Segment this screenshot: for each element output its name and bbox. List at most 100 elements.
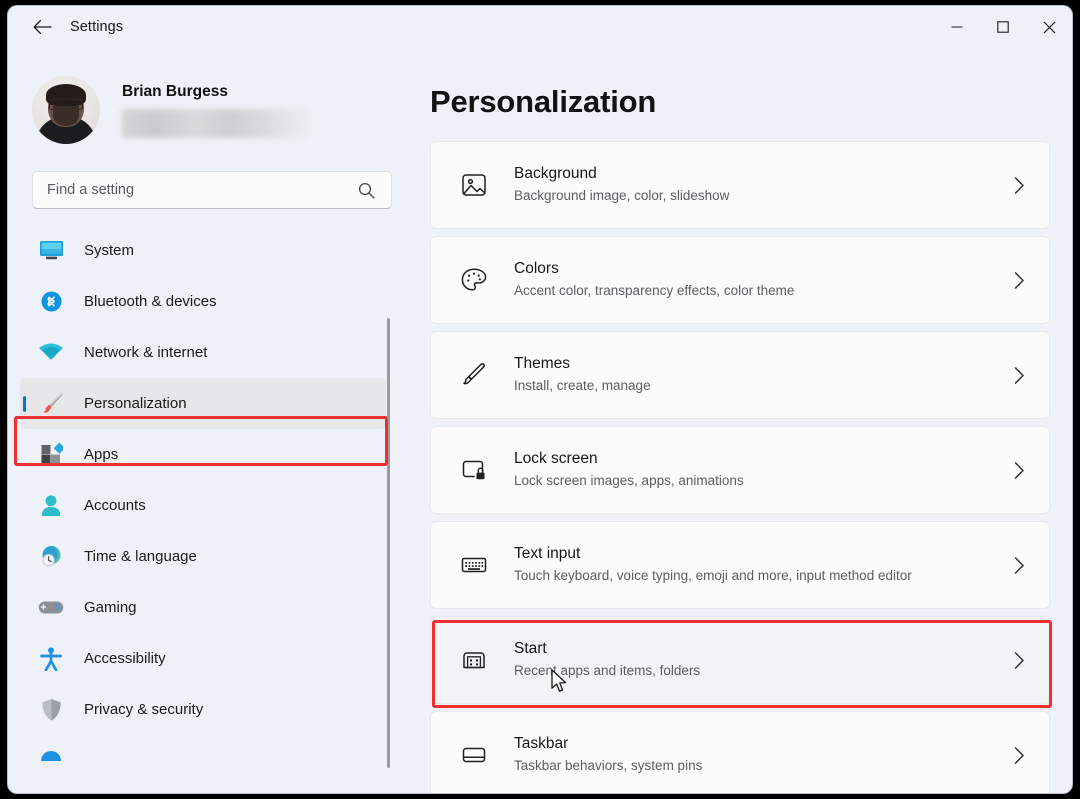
gamepad-icon	[36, 595, 66, 621]
apps-icon	[36, 442, 66, 468]
chevron-right-icon	[1014, 652, 1025, 669]
page-title: Personalization	[430, 84, 1072, 120]
monitor-icon	[36, 238, 66, 264]
sidebar: Brian Burgess	[8, 48, 408, 793]
minimize-icon	[951, 21, 963, 33]
lock-screen-icon	[457, 453, 491, 487]
card-themes[interactable]: Themes Install, create, manage	[430, 331, 1050, 419]
card-subtitle: Lock screen images, apps, animations	[514, 472, 1014, 490]
card-colors[interactable]: Colors Accent color, transparency effect…	[430, 236, 1050, 324]
sidebar-item-accounts[interactable]: Accounts	[20, 480, 386, 531]
sidebar-item-bluetooth-devices[interactable]: Bluetooth & devices	[20, 276, 386, 327]
account-name: Brian Burgess	[122, 83, 310, 101]
card-title: Start	[514, 640, 547, 657]
window-title: Settings	[70, 19, 123, 35]
card-title: Colors	[514, 260, 559, 277]
sidebar-item-label: Gaming	[84, 599, 137, 616]
card-text: Background Background image, color, slid…	[514, 164, 1014, 205]
back-button[interactable]	[22, 11, 62, 43]
paintbrush-icon	[457, 358, 491, 392]
wifi-icon	[36, 340, 66, 366]
settings-card-list: Background Background image, color, slid…	[408, 141, 1072, 793]
chevron-right-icon	[1014, 462, 1025, 479]
sidebar-item-privacy-security[interactable]: Privacy & security	[20, 684, 386, 735]
person-icon	[36, 493, 66, 519]
sidebar-item-gaming[interactable]: Gaming	[20, 582, 386, 633]
card-subtitle: Accent color, transparency effects, colo…	[514, 282, 1014, 300]
card-text: Start Recent apps and items, folders	[514, 639, 1014, 680]
sidebar-item-time-language[interactable]: Time & language	[20, 531, 386, 582]
card-text: Themes Install, create, manage	[514, 354, 1014, 395]
chevron-right-icon	[1014, 747, 1025, 764]
windows-update-icon	[36, 748, 66, 774]
search-input[interactable]	[47, 182, 358, 198]
sidebar-item-label: Time & language	[84, 548, 197, 565]
sidebar-item-system[interactable]: System	[20, 225, 386, 276]
minimize-button[interactable]	[934, 6, 980, 48]
shield-icon	[36, 697, 66, 723]
card-start[interactable]: Start Recent apps and items, folders	[430, 616, 1050, 704]
image-icon	[457, 168, 491, 202]
sidebar-item-label: System	[84, 242, 134, 259]
chevron-right-icon	[1014, 367, 1025, 384]
card-text: Taskbar Taskbar behaviors, system pins	[514, 734, 1014, 775]
card-subtitle: Touch keyboard, voice typing, emoji and …	[514, 567, 1014, 585]
sidebar-item-accessibility[interactable]: Accessibility	[20, 633, 386, 684]
card-title: Text input	[514, 545, 580, 562]
card-background[interactable]: Background Background image, color, slid…	[430, 141, 1050, 229]
account-block[interactable]: Brian Burgess	[32, 76, 408, 144]
card-text: Lock screen Lock screen images, apps, an…	[514, 449, 1014, 490]
sidebar-item-label: Accounts	[84, 497, 146, 514]
card-subtitle: Background image, color, slideshow	[514, 187, 1014, 205]
start-menu-icon	[457, 643, 491, 677]
accessibility-icon	[36, 646, 66, 672]
avatar	[32, 76, 100, 144]
card-subtitle: Taskbar behaviors, system pins	[514, 757, 1014, 775]
sidebar-item-label: Bluetooth & devices	[84, 293, 217, 310]
card-subtitle: Recent apps and items, folders	[514, 662, 1014, 680]
clock-globe-icon	[36, 544, 66, 570]
main-content: Personalization Background Background im…	[408, 48, 1072, 793]
card-text: Colors Accent color, transparency effect…	[514, 259, 1014, 300]
sidebar-item-network-internet[interactable]: Network & internet	[20, 327, 386, 378]
chevron-right-icon	[1014, 272, 1025, 289]
chevron-right-icon	[1014, 557, 1025, 574]
close-icon	[1043, 21, 1056, 34]
maximize-button[interactable]	[980, 6, 1026, 48]
card-title: Themes	[514, 355, 570, 372]
paintbrush-icon	[36, 391, 66, 417]
card-lock-screen[interactable]: Lock screen Lock screen images, apps, an…	[430, 426, 1050, 514]
card-taskbar[interactable]: Taskbar Taskbar behaviors, system pins	[430, 711, 1050, 793]
search-box[interactable]	[32, 171, 392, 209]
sidebar-nav: System Bluetooth & devices	[8, 225, 408, 785]
back-arrow-icon	[33, 19, 52, 35]
close-button[interactable]	[1026, 6, 1072, 48]
card-title: Background	[514, 165, 597, 182]
sidebar-item-partial[interactable]	[20, 735, 386, 786]
settings-window: Settings	[8, 6, 1072, 793]
card-text: Text input Touch keyboard, voice typing,…	[514, 544, 1014, 585]
window-controls	[934, 6, 1072, 48]
card-subtitle: Install, create, manage	[514, 377, 1014, 395]
chevron-right-icon	[1014, 177, 1025, 194]
taskbar-icon	[457, 738, 491, 772]
sidebar-item-label: Personalization	[84, 395, 187, 412]
search-icon	[358, 182, 375, 199]
title-bar: Settings	[8, 6, 1072, 48]
account-email-redacted	[122, 109, 310, 138]
maximize-icon	[997, 21, 1009, 33]
sidebar-item-label: Apps	[84, 446, 118, 463]
keyboard-icon	[457, 548, 491, 582]
bluetooth-icon	[36, 289, 66, 315]
sidebar-item-apps[interactable]: Apps	[20, 429, 386, 480]
card-text-input[interactable]: Text input Touch keyboard, voice typing,…	[430, 521, 1050, 609]
sidebar-item-label: Accessibility	[84, 650, 166, 667]
sidebar-item-label: Network & internet	[84, 344, 207, 361]
sidebar-item-label: Privacy & security	[84, 701, 203, 718]
card-title: Taskbar	[514, 735, 568, 752]
account-text: Brian Burgess	[122, 83, 310, 138]
card-title: Lock screen	[514, 450, 598, 467]
sidebar-scrollbar[interactable]	[387, 318, 390, 768]
palette-icon	[457, 263, 491, 297]
sidebar-item-personalization[interactable]: Personalization	[20, 378, 386, 429]
